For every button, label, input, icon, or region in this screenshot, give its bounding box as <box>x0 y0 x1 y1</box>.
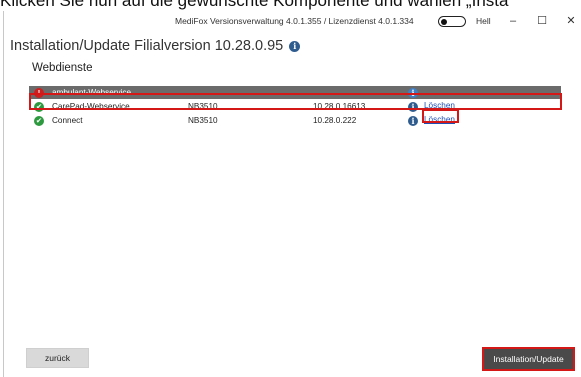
instruction-caption: Klicken Sie nun auf die gewünschte Kompo… <box>0 0 581 11</box>
minimize-button[interactable]: – <box>504 13 522 29</box>
info-icon[interactable]: i <box>289 40 301 52</box>
service-name: Connect <box>52 116 83 125</box>
info-icon[interactable]: i <box>408 115 418 126</box>
instruction-caption-text: Klicken Sie nun auf die gewünschte Kompo… <box>0 0 509 10</box>
highlight-outline-delete-link <box>422 109 459 123</box>
install-update-button[interactable]: Installation/Update <box>482 347 575 371</box>
service-version: 10.28.0.222 <box>313 116 357 125</box>
page-title: Installation/Update Filialversion 10.28.… <box>10 38 301 54</box>
window-title: MediFox Versionsverwaltung 4.0.1.355 / L… <box>175 16 414 26</box>
app-window: MediFox Versionsverwaltung 4.0.1.355 / L… <box>3 11 581 377</box>
check-icon: ✔ <box>34 115 44 126</box>
theme-toggle[interactable] <box>438 16 466 27</box>
section-title: Webdienste <box>32 62 93 74</box>
back-button[interactable]: zurück <box>26 348 89 368</box>
close-button[interactable]: ✕ <box>562 13 580 29</box>
theme-label: Hell <box>476 16 491 26</box>
service-row-connect[interactable]: ✔ Connect NB3510 10.28.0.222 i Löschen <box>29 114 561 127</box>
highlight-outline-selected-row <box>29 93 562 110</box>
toggle-knob-icon <box>441 19 447 25</box>
service-server: NB3510 <box>188 116 218 125</box>
maximize-button[interactable]: ☐ <box>533 13 551 29</box>
title-bar: MediFox Versionsverwaltung 4.0.1.355 / L… <box>4 11 581 31</box>
page-title-text: Installation/Update Filialversion 10.28.… <box>10 38 284 54</box>
